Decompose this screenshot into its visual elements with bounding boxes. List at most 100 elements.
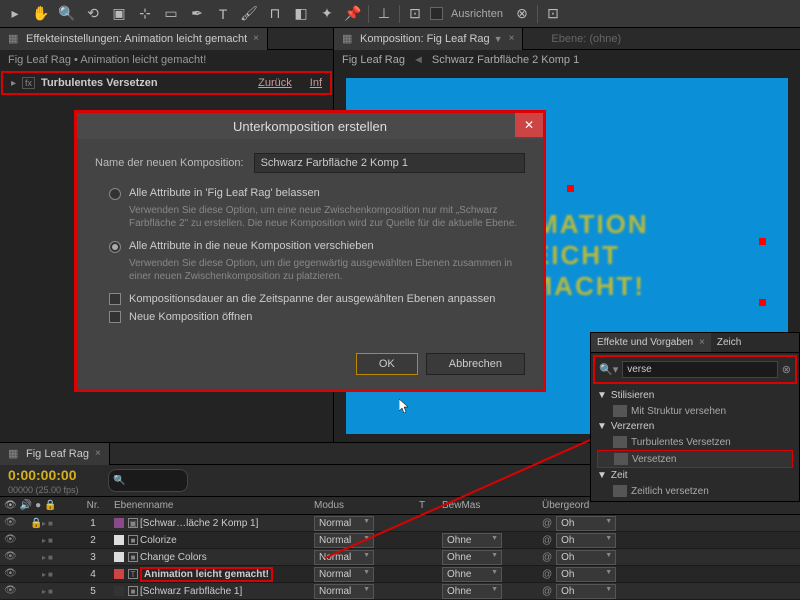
breadcrumb-item[interactable]: Schwarz Farbfläche 2 Komp 1	[432, 54, 579, 66]
move-attributes-radio[interactable]: Alle Attribute in die neue Komposition v…	[109, 240, 525, 253]
align-checkbox[interactable]: Ausrichten	[430, 7, 507, 20]
rotate-tool-icon[interactable]: ⟲	[82, 3, 104, 25]
track-matte-dropdown[interactable]: Ohne	[442, 567, 502, 582]
search-tool-icon[interactable]: ⊡	[542, 3, 564, 25]
effects-search-input[interactable]	[622, 361, 778, 378]
visibility-toggle[interactable]: 👁	[4, 534, 16, 546]
eraser-tool-icon[interactable]: ◧	[290, 3, 312, 25]
adjust-duration-checkbox[interactable]: Kompositionsdauer an die Zeitspanne der …	[109, 293, 525, 305]
col-nr-header[interactable]: Nr.	[78, 500, 108, 511]
zoom-tool-icon[interactable]: 🔍	[56, 3, 78, 25]
transform-handle[interactable]	[759, 299, 766, 306]
col-name-header[interactable]: Ebenenname	[108, 500, 308, 511]
transform-handle[interactable]	[567, 185, 574, 192]
open-new-comp-checkbox[interactable]: Neue Komposition öffnen	[109, 311, 525, 323]
layer-name[interactable]: T Animation leicht gemacht!	[108, 567, 308, 582]
timeline-search-input[interactable]	[108, 469, 188, 492]
parent-dropdown[interactable]: Oh	[556, 567, 616, 582]
chevron-down-icon[interactable]: ▼	[494, 34, 503, 44]
timecode-display[interactable]: 0:00:00:00	[0, 465, 100, 485]
layer-name[interactable]: ■ Change Colors	[108, 552, 308, 563]
twisty-icon[interactable]: ▸	[11, 78, 16, 89]
parent-dropdown[interactable]: Oh	[556, 550, 616, 565]
leave-attributes-radio[interactable]: Alle Attribute in 'Fig Leaf Rag' belasse…	[109, 187, 525, 200]
blend-mode-dropdown[interactable]: Normal	[314, 584, 374, 599]
effects-category[interactable]: ▼ Stilisieren	[597, 388, 793, 403]
visibility-toggle[interactable]: 👁	[4, 551, 16, 563]
visibility-toggle[interactable]: 👁	[4, 517, 16, 529]
snapping-tool-icon[interactable]: ⊗	[511, 3, 533, 25]
effect-controls-tab[interactable]: ▦ Effekteinstellungen: Animation leicht …	[0, 28, 268, 50]
close-icon[interactable]: ×	[699, 337, 705, 348]
col-mode-header[interactable]: Modus	[308, 500, 408, 511]
pickwhip-icon[interactable]: @	[542, 535, 552, 546]
snap-tool-icon[interactable]: ⊡	[404, 3, 426, 25]
visibility-toggle[interactable]: 👁	[4, 585, 16, 597]
timeline-row[interactable]: 👁 ▸ ■ 4 T Animation leicht gemacht! Norm…	[0, 566, 800, 583]
cancel-button[interactable]: Abbrechen	[426, 353, 525, 375]
layer-tab[interactable]: Ebene: (ohne)	[543, 29, 629, 49]
close-button[interactable]: ✕	[515, 113, 543, 137]
layer-color-badge[interactable]	[114, 518, 124, 528]
reset-link[interactable]: Zurück	[258, 77, 292, 89]
text-tool-icon[interactable]: T	[212, 3, 234, 25]
puppet-tool-icon[interactable]: 📌	[342, 3, 364, 25]
info-link[interactable]: Inf	[310, 77, 322, 89]
composition-name-input[interactable]	[254, 153, 525, 173]
layer-color-badge[interactable]	[114, 569, 124, 579]
blend-mode-dropdown[interactable]: Normal	[314, 567, 374, 582]
anchor-tool-icon[interactable]: ⊹	[134, 3, 156, 25]
close-icon[interactable]: ×	[509, 33, 515, 44]
effects-presets-tab[interactable]: Effekte und Vorgaben ×	[591, 333, 711, 352]
parent-dropdown[interactable]: Oh	[556, 584, 616, 599]
stamp-tool-icon[interactable]: ⊓	[264, 3, 286, 25]
layer-name[interactable]: ■ [Schwarz Farbfläche 1]	[108, 586, 308, 597]
breadcrumb-item[interactable]: Fig Leaf Rag	[342, 54, 405, 66]
camera-tool-icon[interactable]: ▣	[108, 3, 130, 25]
parent-dropdown[interactable]: Oh	[556, 533, 616, 548]
ok-button[interactable]: OK	[356, 353, 418, 375]
composition-tab[interactable]: ▦ Komposition: Fig Leaf Rag ▼ ×	[334, 28, 523, 50]
close-icon[interactable]: ×	[253, 33, 259, 44]
blend-mode-dropdown[interactable]: Normal	[314, 550, 374, 565]
brush-tool-icon[interactable]: 🖌	[238, 3, 260, 25]
pen-tool-icon[interactable]: ✒	[186, 3, 208, 25]
effects-category[interactable]: ▼ Verzerren	[597, 419, 793, 434]
character-tab[interactable]: Zeich	[711, 333, 747, 352]
effects-category[interactable]: ▼ Zeit	[597, 468, 793, 483]
hand-tool-icon[interactable]: ✋	[30, 3, 52, 25]
timeline-row[interactable]: 👁 ▸ ■ 5 ■ [Schwarz Farbfläche 1] Normal …	[0, 583, 800, 600]
effect-item[interactable]: ▸ fx Turbulentes Versetzen Zurück Inf	[1, 71, 332, 95]
pickwhip-icon[interactable]: @	[542, 552, 552, 563]
timeline-row[interactable]: 👁 ▸ ■ 3 ■ Change Colors Normal Ohne @Oh	[0, 549, 800, 566]
shape-tool-icon[interactable]: ▭	[160, 3, 182, 25]
axis-tool-icon[interactable]: ⊥	[373, 3, 395, 25]
pickwhip-icon[interactable]: @	[542, 569, 552, 580]
close-icon[interactable]: ×	[95, 448, 101, 459]
clear-search-icon[interactable]: ⊗	[782, 363, 791, 376]
effects-item[interactable]: Versetzen	[597, 450, 793, 468]
fx-badge[interactable]: fx	[22, 77, 35, 89]
timeline-row[interactable]: 👁 ▸ ■ 2 ■ Colorize Normal Ohne @Oh	[0, 532, 800, 549]
layer-name[interactable]: ■ Colorize	[108, 535, 308, 546]
timeline-tab[interactable]: ▦ Fig Leaf Rag ×	[0, 443, 110, 465]
blend-mode-dropdown[interactable]: Normal	[314, 516, 374, 531]
layer-color-badge[interactable]	[114, 535, 124, 545]
layer-color-badge[interactable]	[114, 552, 124, 562]
dialog-title-bar[interactable]: Unterkomposition erstellen ✕	[77, 113, 543, 139]
roto-tool-icon[interactable]: ✦	[316, 3, 338, 25]
track-matte-dropdown[interactable]: Ohne	[442, 584, 502, 599]
pickwhip-icon[interactable]: @	[542, 586, 552, 597]
track-matte-dropdown[interactable]: Ohne	[442, 533, 502, 548]
layer-color-badge[interactable]	[114, 586, 124, 596]
effects-item[interactable]: Mit Struktur versehen	[597, 403, 793, 419]
effects-item[interactable]: Turbulentes Versetzen	[597, 434, 793, 450]
track-matte-dropdown[interactable]: Ohne	[442, 550, 502, 565]
layer-name[interactable]: ▣ [Schwar…läche 2 Komp 1]	[108, 518, 308, 529]
parent-dropdown[interactable]: Oh	[556, 516, 616, 531]
effects-item[interactable]: Zeitlich versetzen	[597, 483, 793, 499]
visibility-toggle[interactable]: 👁	[4, 568, 16, 580]
transform-handle[interactable]	[759, 238, 766, 245]
selection-tool-icon[interactable]: ▸	[4, 3, 26, 25]
pickwhip-icon[interactable]: @	[542, 518, 552, 529]
